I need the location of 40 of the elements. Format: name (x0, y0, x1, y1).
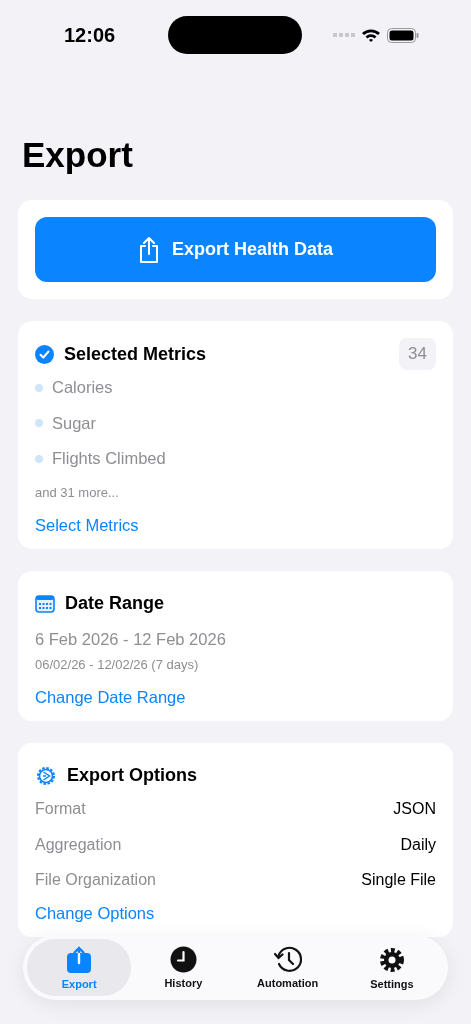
gear-icon (35, 764, 57, 787)
select-metrics-link[interactable]: Select Metrics (35, 515, 139, 535)
bullet-dot (35, 419, 43, 428)
option-label: Format (35, 800, 86, 819)
option-label: File Organization (35, 871, 156, 890)
metric-name: Flights Climbed (52, 449, 166, 469)
settings-icon (377, 945, 406, 974)
change-options-link[interactable]: Change Options (35, 904, 155, 923)
change-date-link[interactable]: Change Date Range (35, 687, 186, 707)
card-title: Date Range (65, 593, 165, 614)
bullet-dot (35, 383, 43, 392)
tab[interactable]: Export (27, 939, 132, 996)
wifi-icon (361, 27, 381, 43)
date-range-short: 06/02/26 - 12/02/26 (7 days) (35, 656, 200, 672)
option-label: Aggregation (35, 835, 122, 854)
option-value: Daily (400, 835, 436, 854)
tab[interactable]: Automation (235, 939, 340, 996)
clock-arrow-icon (273, 946, 302, 973)
tab[interactable]: History (131, 939, 236, 996)
page-title: Export (22, 134, 134, 176)
count-badge: 34 (399, 338, 436, 370)
calendar-icon (35, 594, 55, 613)
option-value: JSON (393, 800, 436, 819)
tab[interactable]: Settings (339, 939, 444, 996)
checkmark-icon (35, 344, 54, 364)
signal-icon (333, 32, 355, 38)
battery-icon (387, 27, 419, 43)
card-title: Export Options (67, 765, 197, 786)
clock-icon (169, 946, 197, 973)
date-range-text: 6 Feb 2026 - 12 Feb 2026 (35, 629, 227, 649)
card-title: Selected Metrics (64, 343, 207, 365)
status-time: 12:06 (64, 23, 117, 47)
metric-name: Sugar (52, 413, 97, 433)
metric-name: Calories (52, 378, 113, 398)
more-count: and 31 more... (35, 484, 120, 500)
bullet-dot (35, 454, 43, 463)
export-button[interactable]: Export Health Data (35, 217, 436, 282)
option-value: Single File (361, 871, 436, 890)
share-icon (66, 945, 93, 974)
share-icon (137, 235, 160, 264)
